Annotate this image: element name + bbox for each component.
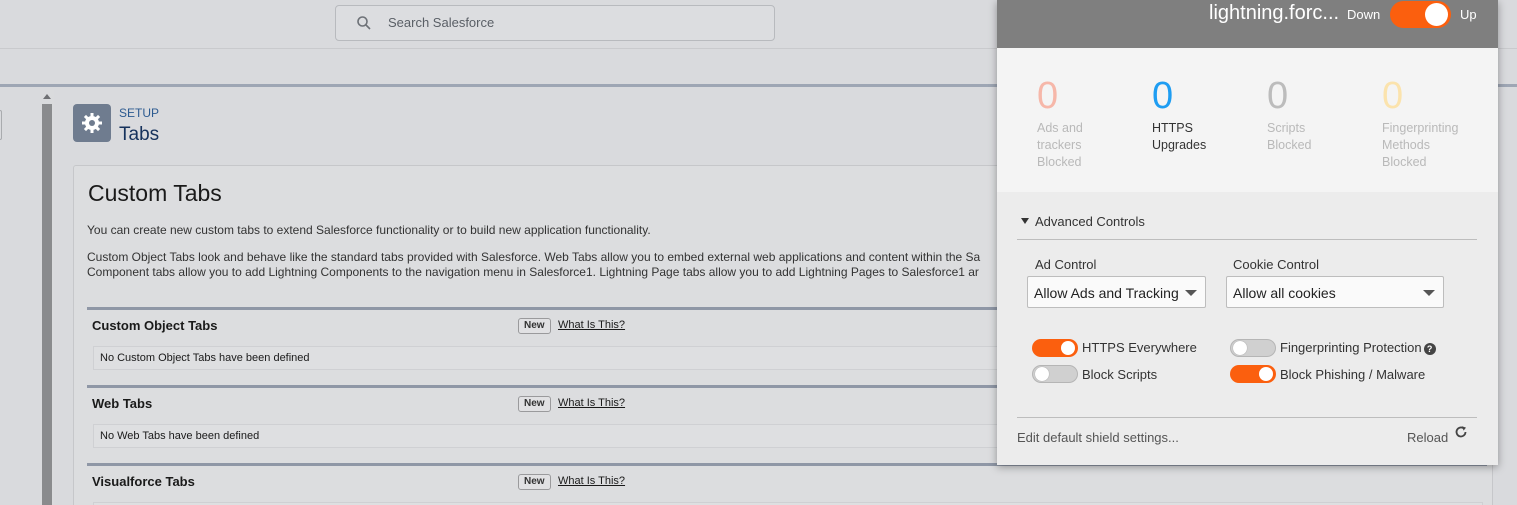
section-title: Web Tabs [92, 396, 153, 411]
what-is-this-link[interactable]: What Is This? [558, 397, 625, 409]
cookie-control-label: Cookie Control [1233, 257, 1319, 272]
caret-down-icon [1021, 218, 1029, 224]
stat-label-line: Ads and [1037, 121, 1083, 135]
fingerprinting-protection-toggle[interactable] [1230, 339, 1276, 357]
scroll-up-arrow-icon[interactable] [43, 94, 51, 99]
search-input[interactable]: Search Salesforce [335, 5, 775, 41]
description-line: Component tabs allow you to add Lightnin… [87, 265, 979, 279]
what-is-this-link[interactable]: What Is This? [558, 475, 625, 487]
shields-popup: lightning.forc... Down Up 0 Ads and trac… [997, 0, 1498, 465]
stat-label: Scripts Blocked [1267, 120, 1377, 154]
block-phishing-label: Block Phishing / Malware [1280, 367, 1426, 382]
block-phishing-toggle[interactable] [1230, 365, 1276, 383]
ad-control-select[interactable]: Allow Ads and Tracking [1027, 276, 1206, 308]
new-web-tab-button[interactable]: New [518, 396, 551, 412]
description-line: Custom Object Tabs look and behave like … [87, 250, 981, 264]
advanced-controls-panel: Advanced Controls Ad Control Allow Ads a… [997, 192, 1498, 465]
stat-ads-trackers: 0 Ads and trackers Blocked [1037, 74, 1147, 171]
stat-label-line: Fingerprinting [1382, 121, 1459, 135]
stat-label: Fingerprinting Methods Blocked [1382, 120, 1492, 171]
stat-fingerprinting: 0 Fingerprinting Methods Blocked [1382, 74, 1492, 171]
scrollbar-thumb[interactable] [42, 104, 52, 505]
stat-value: 0 [1267, 75, 1289, 117]
intro-text: You can create new custom tabs to extend… [87, 223, 651, 237]
stat-label-line: Blocked [1037, 155, 1082, 169]
visualforce-tabs-section: Visualforce Tabs New What Is This? [87, 463, 1487, 505]
stat-label-line: Upgrades [1152, 138, 1207, 152]
description-text: Custom Object Tabs look and behave like … [87, 250, 980, 280]
ad-control-label: Ad Control [1035, 257, 1097, 272]
toggle-knob [1233, 341, 1247, 355]
stat-label-line: Scripts [1267, 121, 1306, 135]
divider [1017, 417, 1477, 418]
site-host: lightning.forc... [1209, 2, 1340, 24]
stat-https-upgrades: 0 HTTPS Upgrades [1152, 74, 1262, 154]
new-visualforce-tab-button[interactable]: New [518, 474, 551, 490]
stat-value: 0 [1382, 75, 1404, 117]
search-placeholder: Search Salesforce [388, 15, 495, 30]
search-icon [357, 16, 371, 30]
stat-label-line: Blocked [1267, 138, 1312, 152]
toggle-knob [1259, 367, 1273, 381]
cookie-control-value: Allow all cookies [1233, 285, 1336, 301]
divider [1017, 239, 1477, 240]
advanced-controls-toggle[interactable]: Advanced Controls [1021, 214, 1145, 229]
shields-header: lightning.forc... Down Up [997, 0, 1498, 48]
scrollbar[interactable] [40, 90, 54, 505]
advanced-controls-label: Advanced Controls [1035, 214, 1145, 229]
https-everywhere-toggle[interactable] [1032, 339, 1078, 357]
what-is-this-link[interactable]: What Is This? [558, 319, 625, 331]
block-scripts-toggle[interactable] [1032, 365, 1078, 383]
ad-control-value: Allow Ads and Tracking [1034, 285, 1179, 301]
fingerprinting-protection-label: Fingerprinting Protection? [1280, 340, 1436, 355]
section-title: Custom Object Tabs [92, 318, 218, 333]
fingerprinting-label-text: Fingerprinting Protection [1280, 340, 1422, 355]
setup-breadcrumb[interactable]: SETUP [119, 106, 159, 120]
stat-value: 0 [1152, 75, 1174, 117]
stat-label-line: Blocked [1382, 155, 1427, 169]
empty-text: No Custom Object Tabs have been defined [100, 352, 310, 364]
toggle-knob [1035, 367, 1049, 381]
shields-down-label: Down [1347, 7, 1381, 22]
chevron-down-icon [1423, 290, 1435, 296]
new-custom-object-tab-button[interactable]: New [518, 318, 551, 334]
section-title: Visualforce Tabs [92, 474, 195, 489]
https-everywhere-label: HTTPS Everywhere [1082, 340, 1197, 355]
stat-label-line: HTTPS [1152, 121, 1193, 135]
page-title: Tabs [119, 124, 160, 145]
help-icon[interactable]: ? [1423, 343, 1436, 355]
panel-title: Custom Tabs [88, 180, 222, 206]
toggle-knob [1061, 341, 1075, 355]
edit-default-settings-link[interactable]: Edit default shield settings... [1017, 430, 1179, 445]
toggle-knob [1425, 3, 1448, 26]
reload-icon[interactable] [1454, 425, 1468, 439]
stats-panel: 0 Ads and trackers Blocked 0 HTTPS Upgra… [997, 48, 1498, 192]
stat-label-line: Methods [1382, 138, 1430, 152]
cookie-control-select[interactable]: Allow all cookies [1226, 276, 1444, 308]
shields-toggle[interactable] [1390, 1, 1451, 28]
empty-text: No Web Tabs have been defined [100, 430, 260, 442]
reload-button[interactable]: Reload [1407, 430, 1448, 445]
chevron-down-icon [1185, 290, 1197, 296]
sidebar-handle[interactable] [0, 110, 2, 140]
shields-up-label: Up [1460, 7, 1477, 22]
stat-label-line: trackers [1037, 138, 1082, 152]
stat-label: HTTPS Upgrades [1152, 120, 1262, 154]
left-gutter [0, 90, 40, 505]
stat-scripts-blocked: 0 Scripts Blocked [1267, 74, 1377, 154]
stat-value: 0 [1037, 75, 1059, 117]
stat-label: Ads and trackers Blocked [1037, 120, 1147, 171]
block-scripts-label: Block Scripts [1082, 367, 1158, 382]
setup-gear-icon [73, 104, 111, 142]
